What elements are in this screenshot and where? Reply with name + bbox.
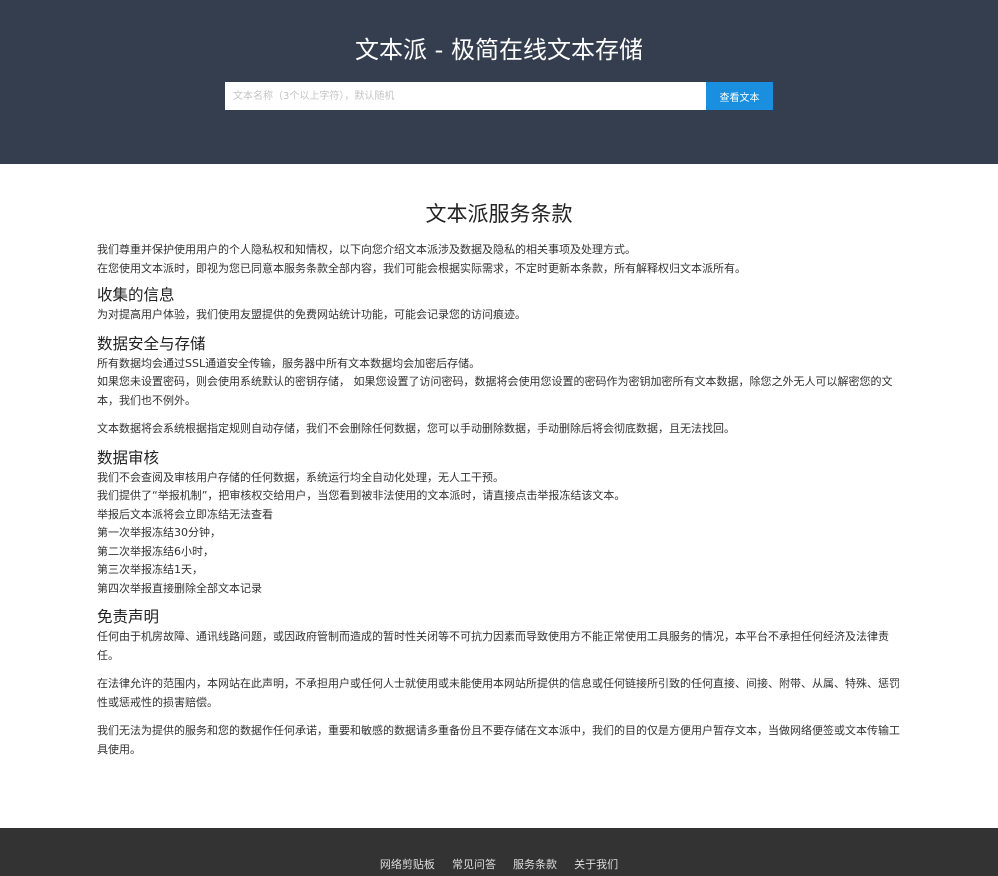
terms-content: 文本派服务条款 我们尊重并保护使用用户的个人隐私权和知情权，以下向您介绍文本派涉… <box>0 164 998 828</box>
section-paragraph: 第一次举报冻结30分钟， <box>97 526 221 539</box>
page-title: 文本派服务条款 <box>425 202 573 226</box>
section-paragraph: 第三次举报冻结1天， <box>97 563 203 576</box>
section-paragraph: 第四次举报直接删除全部文本记录 <box>97 581 262 595</box>
section-paragraph: 我们提供了“举报机制”，把审核权交给用户，当您看到被非法使用的文本派时，请直接点… <box>97 489 626 502</box>
intro-paragraph: 我们尊重并保护使用用户的个人隐私权和知情权，以下向您介绍文本派涉及数据及隐私的相… <box>97 243 636 256</box>
section-paragraph: 任何由于机房故障、通讯线路问题，或因政府管制而造成的暂时性关闭等不可抗力因素而导… <box>97 630 889 662</box>
section-paragraph: 第二次举报冻结6小时， <box>97 544 214 558</box>
site-header: 文本派 - 极简在线文本存储 查看文本 <box>0 0 998 164</box>
section-paragraph: 所有数据均会通过SSL通道安全传输，服务器中所有文本数据均会加密后存储。 <box>97 356 481 370</box>
section-paragraph: 我们不会查阅及审核用户存储的任何数据，系统运行均全自动化处理，无人工干预。 <box>97 470 504 484</box>
footer-link-clipboard[interactable]: 网络剪贴板 <box>380 858 435 871</box>
section-heading-collect: 收集的信息 <box>97 286 175 304</box>
section-paragraph: 我们无法为提供的服务和您的数据作任何承诺，重要和敏感的数据请多重备份且不要存储在… <box>97 724 900 756</box>
section-paragraph: 在法律允许的范围内，本网站在此声明，不承担用户或任何人士就使用或未能使用本网站所… <box>97 677 900 709</box>
search-bar: 查看文本 <box>225 82 773 110</box>
section-heading-security: 数据安全与存储 <box>97 334 206 353</box>
section-heading-disclaimer: 免责声明 <box>97 608 160 626</box>
view-text-button[interactable]: 查看文本 <box>706 82 773 110</box>
site-title: 文本派 - 极简在线文本存储 <box>355 36 643 64</box>
section-paragraph: 举报后文本派将会立即冻结无法查看 <box>97 507 273 521</box>
section-paragraph: 如果您未设置密码，则会使用系统默认的密钥存储， 如果您设置了访问密码，数据将会使… <box>97 375 893 407</box>
text-name-input[interactable] <box>225 82 706 110</box>
footer-link-faq[interactable]: 常见问答 <box>452 858 496 871</box>
intro-paragraph: 在您使用文本派时，即视为您已同意本服务条款全部内容，我们可能会根据实际需求，不定… <box>97 261 746 275</box>
section-paragraph: 文本数据将会系统根据指定规则自动存储，我们不会删除任何数据，您可以手动删除数据，… <box>97 422 735 435</box>
footer-link-terms[interactable]: 服务条款 <box>513 858 557 871</box>
section-paragraph: 为对提高用户体验，我们使用友盟提供的免费网站统计功能，可能会记录您的访问痕迹。 <box>97 308 526 321</box>
section-heading-review: 数据审核 <box>97 448 160 467</box>
footer-link-about[interactable]: 关于我们 <box>574 858 618 871</box>
site-footer: 网络剪贴板 常见问答 服务条款 关于我们 <box>0 828 998 876</box>
